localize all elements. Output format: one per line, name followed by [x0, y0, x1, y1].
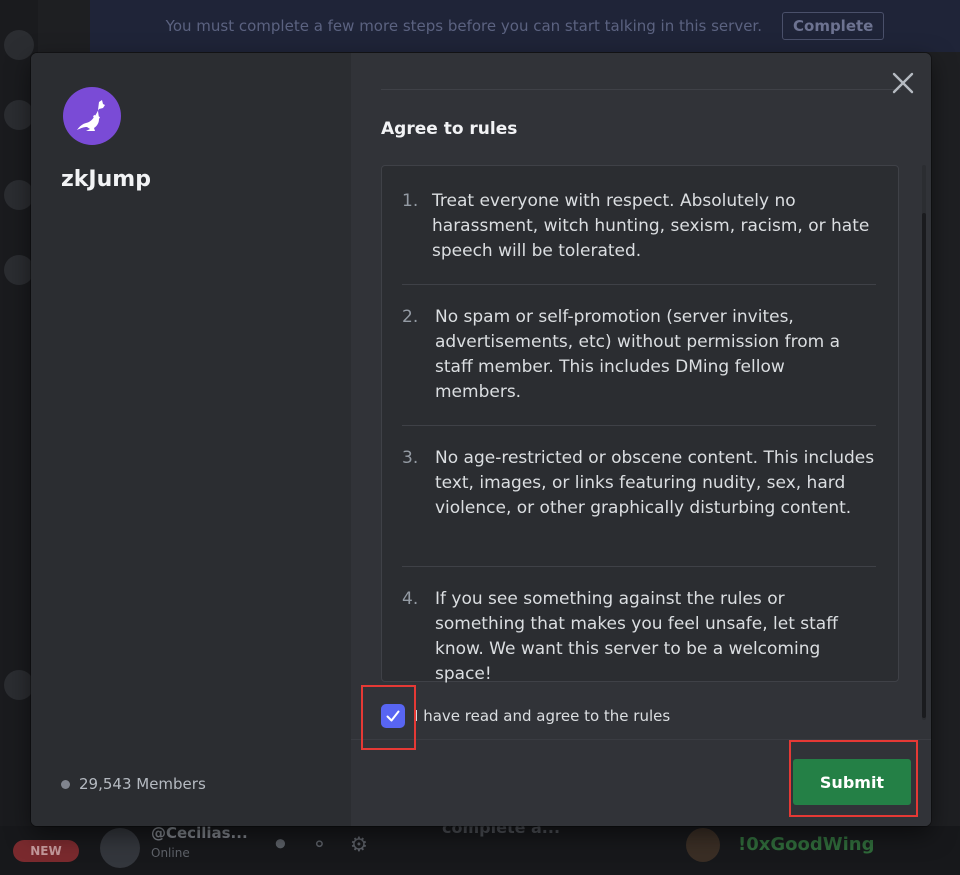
mute-mic-icon: ⚫	[272, 832, 289, 856]
server-info-panel: zkJump 29,543 Members	[31, 53, 351, 826]
scrollbar-thumb[interactable]	[922, 213, 926, 718]
rule-divider	[402, 284, 876, 285]
member-count: 29,543 Members	[61, 775, 206, 793]
agree-label: I have read and agree to the rules	[414, 707, 671, 725]
rule-number: 2.	[402, 307, 419, 327]
server-icon	[4, 255, 34, 285]
member-count-label: 29,543 Members	[79, 775, 206, 793]
rule-text: No spam or self-promotion (server invite…	[435, 307, 840, 402]
server-avatar	[63, 87, 121, 145]
server-icon	[4, 100, 34, 130]
agree-checkbox-row[interactable]: I have read and agree to the rules	[381, 704, 670, 728]
rule-text: Treat everyone with respect. Absolutely …	[432, 191, 870, 261]
user-status: Online	[151, 846, 190, 860]
kangaroo-icon	[77, 100, 105, 131]
rule-item: 3. No age-restricted or obscene content.…	[402, 446, 876, 521]
member-avatar	[686, 828, 720, 862]
notice-bar: You must complete a few more steps befor…	[90, 0, 960, 52]
footer-divider	[351, 739, 931, 740]
close-button[interactable]	[889, 69, 917, 97]
notice-text: You must complete a few more steps befor…	[165, 17, 762, 35]
rule-item: 4. If you see something against the rule…	[402, 587, 876, 687]
server-name: zkJump	[61, 167, 151, 192]
rule-number: 4.	[402, 589, 419, 609]
rule-divider	[402, 566, 876, 567]
submit-button[interactable]: Submit	[793, 759, 911, 805]
discord-home-icon	[4, 30, 34, 60]
section-title: Agree to rules	[381, 119, 518, 139]
rule-item: 1. Treat everyone with respect. Absolute…	[402, 189, 876, 264]
member-name: !0xGoodWing	[738, 834, 875, 855]
checkmark-icon	[386, 710, 400, 722]
rules-list[interactable]: 1. Treat everyone with respect. Absolute…	[381, 165, 899, 684]
rule-number: 1.	[402, 191, 419, 211]
agree-checkbox[interactable]	[381, 704, 405, 728]
rule-item: 2. No spam or self-promotion (server inv…	[402, 305, 876, 405]
server-icon	[4, 670, 34, 700]
complete-button: Complete	[782, 12, 885, 40]
rule-text: No age-restricted or obscene content. Th…	[435, 448, 875, 518]
rules-panel: Agree to rules 1. Treat everyone with re…	[351, 53, 931, 826]
rule-divider	[402, 425, 876, 426]
members-dot-icon	[61, 779, 70, 789]
rules-screening-modal: zkJump 29,543 Members Agree to rules 1. …	[31, 53, 931, 826]
rule-text: If you see something against the rules o…	[435, 589, 838, 684]
headphones-icon: ⚬	[311, 832, 328, 856]
user-name: @Cecilias...	[151, 824, 248, 842]
divider	[381, 89, 901, 90]
rule-number: 3.	[402, 448, 419, 468]
close-icon	[892, 72, 914, 94]
new-badge: NEW	[13, 840, 79, 862]
gear-icon: ⚙	[350, 832, 368, 856]
avatar	[100, 828, 140, 868]
server-icon	[4, 180, 34, 210]
